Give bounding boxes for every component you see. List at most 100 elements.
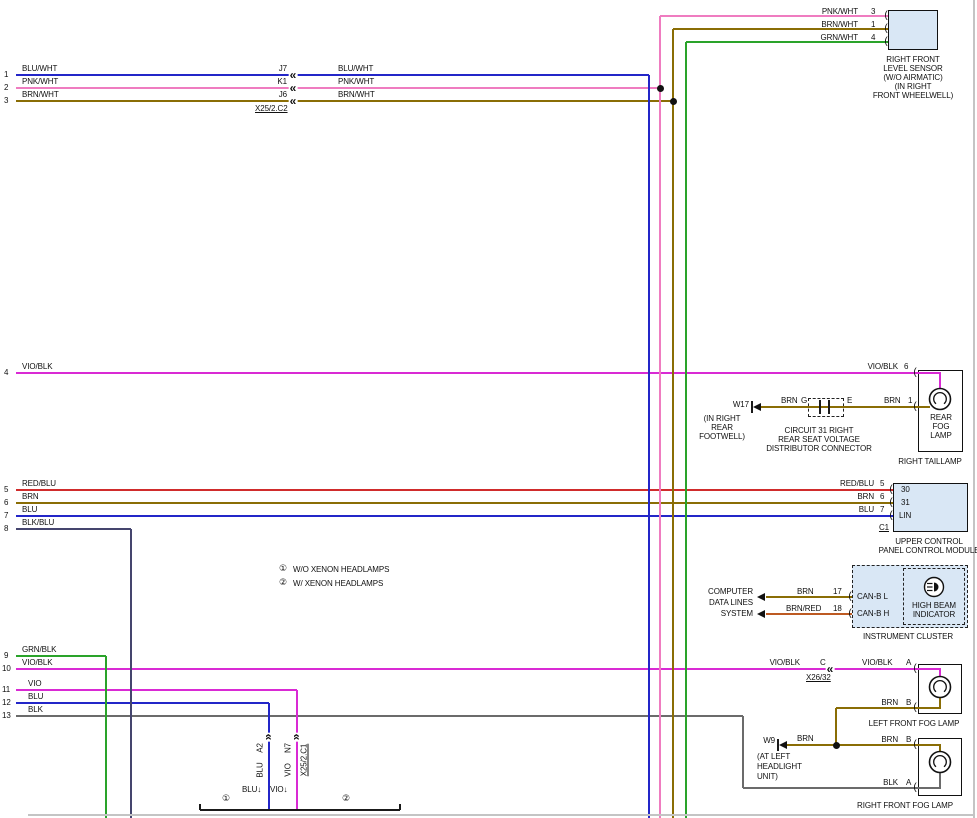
label-at-left: (AT LEFT [757, 752, 790, 761]
label-red-blu: RED/BLU [22, 479, 56, 488]
label-vio-blk: VIO/BLK [22, 658, 52, 667]
label-high-beam: HIGH BEAM [912, 601, 956, 610]
wire-circuit8-blk-blu [16, 528, 131, 530]
wire-circuit5-red-blu [16, 489, 893, 491]
label-pnk-wht: PNK/WHT [822, 7, 858, 16]
label-vio-blk: VIO/BLK [22, 362, 52, 371]
label-can-b-h: CAN-B H [857, 609, 889, 618]
label-vio-blk: VIO/BLK [862, 658, 892, 667]
pin-bracket-icon: ( [848, 592, 851, 602]
label-vio-blk: VIO/BLK [770, 658, 800, 667]
label-sym-115: ① [222, 794, 230, 803]
label-12: 12 [2, 698, 11, 707]
label-footwell: FOOTWELL) [699, 432, 745, 441]
label-30: 30 [901, 485, 910, 494]
label-6: 6 [4, 498, 8, 507]
wiring-diagram: ««««««((((((((((((((PNK/WHT3BRN/WHT1GRN/… [0, 0, 977, 818]
label-circuit-31-right: CIRCUIT 31 RIGHT [785, 426, 854, 435]
label-lin: LIN [899, 511, 911, 520]
label-panel-control-module: PANEL CONTROL MODULE [879, 546, 977, 555]
label-7: 7 [880, 505, 884, 514]
right-front-level-sensor-box [888, 10, 938, 50]
wire-circuit13-blk [16, 715, 743, 717]
pin-bracket-icon: ( [913, 402, 916, 412]
label-brn: BRN [797, 734, 814, 743]
label-right-taillamp: RIGHT TAILLAMP [898, 457, 962, 466]
label-instrument-cluster: INSTRUMENT CLUSTER [863, 632, 953, 641]
wire-brn-wht-riser [672, 29, 674, 818]
label-3: 3 [4, 96, 8, 105]
wire-circuit11-vio-drop [296, 690, 298, 810]
label-6: 6 [904, 362, 908, 371]
label-brn-wht: BRN/WHT [821, 20, 858, 29]
label-rear-seat-voltage: REAR SEAT VOLTAGE [778, 435, 860, 444]
label-a: A [906, 778, 911, 787]
wire-circuit11-vio [16, 689, 297, 691]
data-line-arrow-icon-2 [757, 610, 765, 618]
label-a2: A2 [256, 743, 265, 753]
pin-bracket-icon: ( [913, 664, 916, 674]
label-blu-wht: BLU/WHT [338, 64, 373, 73]
label-sym-74: ① [279, 564, 287, 573]
label-6: 6 [880, 492, 884, 501]
label-blu: BLU [256, 762, 265, 777]
label-vio: VIO [28, 679, 41, 688]
left-front-fog-lamp-symbol [927, 674, 953, 705]
connector-chevron-icon: « [289, 83, 298, 93]
label-rear: REAR [930, 413, 952, 422]
label-blu: BLU [22, 505, 37, 514]
label-3: 3 [871, 7, 875, 16]
wire-right-fog-pin-a-stub [918, 787, 941, 789]
wire-left-fog-pin-a-stub [918, 668, 941, 670]
data-line-arrow-icon-1 [757, 593, 765, 601]
label-4: 4 [871, 33, 875, 42]
wire-rear-fog-pin6-stub [918, 372, 941, 374]
label-c1: C1 [879, 523, 889, 532]
label-9: 9 [4, 651, 8, 660]
label-b: B [906, 698, 911, 707]
label-sym-76: ② [279, 578, 287, 587]
label-front-wheelwell: FRONT WHEELWELL) [873, 91, 953, 100]
label-blk: BLK [883, 778, 898, 787]
label-18: 18 [833, 604, 842, 613]
label-1: 1 [4, 70, 8, 79]
wire-circuit2-pnk-wht [16, 87, 660, 89]
label-17: 17 [833, 587, 842, 596]
label-brn: BRN [857, 492, 874, 501]
label-data-lines: DATA LINES [709, 598, 753, 607]
label-distributor-connector: DISTRIBUTOR CONNECTOR [766, 444, 872, 453]
wire-circuit7-blu [16, 515, 893, 517]
label-w17: W17 [733, 400, 749, 409]
label-c: C [820, 658, 826, 667]
label-vio: VIO↓ [270, 785, 287, 794]
wire-right-fog-pin-b-stub [918, 744, 941, 746]
pin-bracket-icon: ( [889, 485, 892, 495]
label-31: 31 [901, 498, 910, 507]
wire-grn-wht-riser [685, 42, 687, 818]
wire-pnk-wht-riser [659, 16, 661, 818]
wire-circuit13-blk-drop [742, 716, 744, 788]
label-x25-2-c1: X25/2.C1 [300, 744, 309, 777]
label-x25-2-c2: X25/2.C2 [255, 104, 288, 113]
label-sym-116: ② [342, 794, 350, 803]
label-can-b-l: CAN-B L [857, 592, 888, 601]
label-left-front-fog-lamp: LEFT FRONT FOG LAMP [869, 719, 960, 728]
pin-bracket-icon: ( [848, 609, 851, 619]
wire-circuit10-vio-blk [16, 668, 918, 670]
label-in-right: (IN RIGHT [704, 414, 741, 423]
label-8: 8 [4, 524, 8, 533]
label-brn: BRN [781, 396, 798, 405]
wire-grn-blk-riser [105, 656, 107, 818]
label-right-front-fog-lamp: RIGHT FRONT FOG LAMP [857, 801, 953, 810]
wire-bottom-connector-tick-right [399, 804, 401, 810]
high-beam-indicator-symbol [922, 575, 946, 604]
label-e: E [847, 396, 852, 405]
label-unit: UNIT) [757, 772, 778, 781]
label-indicator: INDICATOR [913, 610, 955, 619]
wire-can-b-l-brn [766, 596, 852, 598]
wire-circuit1-blu-wht [16, 74, 649, 76]
label-1: 1 [871, 20, 875, 29]
pin-bracket-icon: ( [884, 11, 887, 21]
label-j7: J7 [279, 64, 287, 73]
label-computer: COMPUTER [708, 587, 753, 596]
